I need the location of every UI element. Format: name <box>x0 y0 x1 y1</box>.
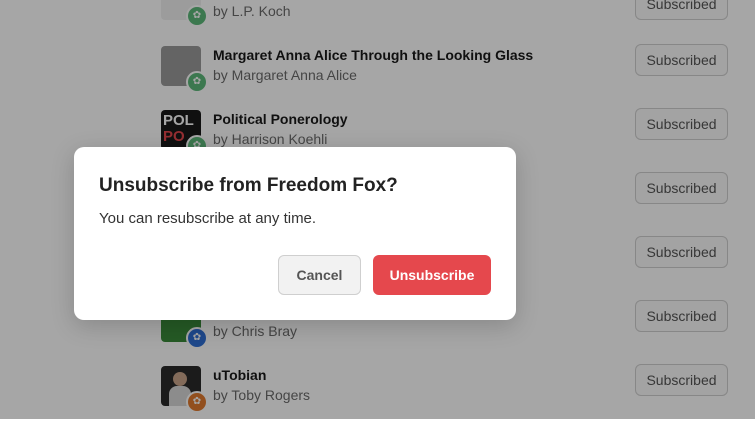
dialog-message: You can resubscribe at any time. <box>99 210 317 227</box>
unsubscribe-button[interactable]: Unsubscribe <box>373 255 491 295</box>
unsubscribe-dialog: Unsubscribe from Freedom Fox? You can re… <box>74 147 516 320</box>
dialog-title: Unsubscribe from Freedom Fox? <box>99 175 398 196</box>
cancel-button[interactable]: Cancel <box>278 255 361 295</box>
